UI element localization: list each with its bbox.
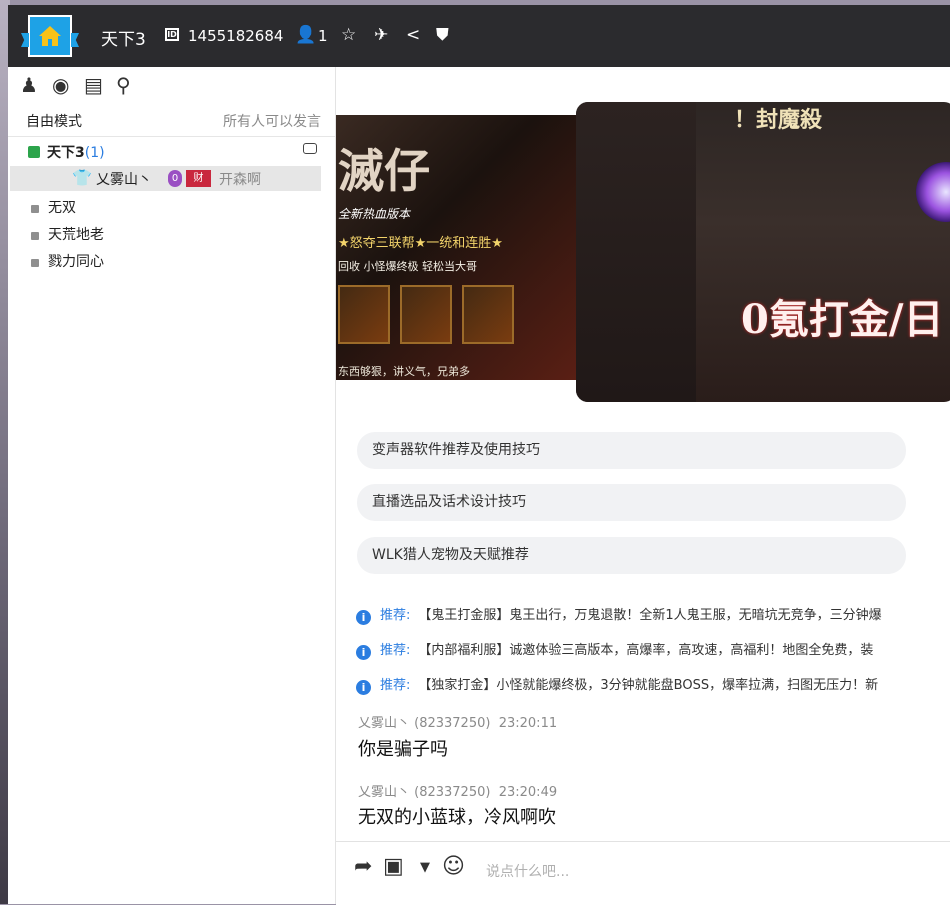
channel-name: 戮力同心 bbox=[48, 254, 104, 270]
weapon-image bbox=[462, 285, 514, 344]
suggestion-item[interactable]: 变声器软件推荐及使用技巧 bbox=[357, 432, 906, 469]
banner-slogan: ★怒夺三联帮★一统和连胜★ bbox=[338, 236, 503, 251]
channel-item-wushuang[interactable]: 无双 bbox=[28, 197, 76, 217]
suggestion-item[interactable]: WLK猎人宠物及天赋推荐 bbox=[357, 537, 906, 574]
emoji-icon[interactable]: ☺ bbox=[442, 854, 465, 879]
recommendation-label: 推荐: bbox=[380, 678, 411, 693]
message-time: 23:20:49 bbox=[498, 785, 558, 800]
info-icon: i bbox=[356, 610, 371, 625]
recommendation-line[interactable]: i 推荐: 【独家打金】小怪就能爆终极，3分钟就能盘BOSS，爆率拉满，扫图无压力！… bbox=[356, 674, 950, 695]
message-time: 23:20:11 bbox=[498, 716, 558, 731]
recommendation-label: 推荐: bbox=[380, 608, 411, 623]
home-icon bbox=[39, 26, 61, 46]
user-icon[interactable]: 👤 bbox=[295, 25, 316, 45]
weapon-image bbox=[338, 285, 390, 344]
lock-icon bbox=[31, 232, 39, 240]
recommendation-line[interactable]: i 推荐: 【内部福利服】诚邀体验三高版本，高爆率，高攻速，高福利！地图全免费，装 bbox=[356, 639, 950, 660]
main-chat-area: 滅仔 全新热血版本 ★怒夺三联帮★一统和连胜★ 回收 小怪爆终极 轻松当大哥 东… bbox=[336, 67, 950, 905]
member-status: 开森啊 bbox=[219, 172, 261, 188]
member-name: 乂雾山丶 bbox=[96, 172, 152, 188]
message-input[interactable]: 说点什么吧... bbox=[486, 861, 569, 881]
ad-banner-left[interactable]: 滅仔 全新热血版本 ★怒夺三联帮★一统和连胜★ 回收 小怪爆终极 轻松当大哥 东… bbox=[336, 115, 576, 380]
ad-banner-right[interactable]: ！封魔殺 0氪打金/日 bbox=[576, 102, 950, 402]
channel-item-tianxia3[interactable]: 天下3(1) bbox=[28, 142, 105, 162]
lock-icon bbox=[31, 259, 39, 267]
channel-title: 天下3 bbox=[101, 30, 146, 50]
message-author[interactable]: 乂雾山丶 (82337250) bbox=[358, 716, 490, 731]
input-bar: ➦ ▣ ▼ ☺ 说点什么吧... bbox=[336, 841, 950, 905]
recommendation-text: 【鬼王打金服】鬼王出行，万鬼退散！全新1人鬼王服，无暗坑无竞争，三分钟爆 bbox=[418, 608, 882, 623]
banner-subtitle: 全新热血版本 bbox=[338, 207, 411, 221]
member-row[interactable]: 👕 乂雾山丶 0 财 开森啊 bbox=[10, 166, 321, 191]
recommendation-line[interactable]: i 推荐: 【鬼王打金服】鬼王出行，万鬼退散！全新1人鬼王服，无暗坑无竞争，三分钟爆 bbox=[356, 604, 950, 625]
sidebar: ♟ ◉ ▤ ⚲ 自由模式 所有人可以发言 天下3(1) 👕 乂雾山丶 0 财 开… bbox=[8, 67, 336, 904]
user-outline-icon[interactable]: ♟ bbox=[20, 73, 38, 97]
message-author[interactable]: 乂雾山丶 (82337250) bbox=[358, 785, 490, 800]
banner-footer: 东西够狠，讲义气，兄弟多 bbox=[338, 365, 470, 378]
location-icon[interactable]: ◉ bbox=[52, 73, 69, 97]
suggestion-item[interactable]: 直播选品及话术设计技巧 bbox=[357, 484, 906, 521]
id-icon: ID bbox=[165, 28, 179, 41]
channel-item-tianhuangdilao[interactable]: 天荒地老 bbox=[28, 224, 104, 244]
message-meta: 乂雾山丶 (82337250) 23:20:11 bbox=[358, 712, 557, 731]
member-count: 1 bbox=[318, 27, 328, 45]
robot-icon[interactable] bbox=[303, 143, 317, 154]
star-icon[interactable]: ☆ bbox=[341, 25, 356, 45]
top-bar: 天下3 ID 1455182684 👤 1 ☆ ✈ < ⛊ bbox=[8, 5, 950, 67]
recommendation-text: 【独家打金】小怪就能爆终极，3分钟就能盘BOSS，爆率拉满，扫图无压力！新 bbox=[418, 678, 879, 693]
channel-home-icon bbox=[28, 146, 40, 158]
recommendation-label: 推荐: bbox=[380, 643, 411, 658]
channel-id: 1455182684 bbox=[188, 27, 284, 45]
level-badge: 0 bbox=[168, 170, 182, 187]
message-text: 你是骗子吗 bbox=[358, 739, 448, 760]
channel-name: 天下3 bbox=[47, 145, 85, 161]
banner-edge bbox=[576, 102, 696, 402]
divider bbox=[8, 136, 335, 137]
channel-count: (1) bbox=[84, 145, 105, 161]
notice-board-icon[interactable]: ▤ bbox=[84, 73, 103, 97]
banner-small-text: 回收 小怪爆终极 轻松当大哥 bbox=[338, 260, 477, 273]
banner2-headline: 0氪打金/日 bbox=[741, 296, 944, 343]
plane-icon[interactable]: ✈ bbox=[374, 25, 388, 45]
channel-name: 天荒地老 bbox=[48, 227, 104, 243]
channel-item-luelitongxin[interactable]: 戮力同心 bbox=[28, 251, 104, 271]
lock-icon bbox=[31, 205, 39, 213]
search-icon[interactable]: ⚲ bbox=[116, 73, 131, 97]
home-button[interactable] bbox=[28, 15, 72, 57]
mode-label[interactable]: 自由模式 bbox=[26, 111, 82, 131]
shield-icon[interactable]: ⛊ bbox=[436, 25, 449, 45]
chevron-down-icon[interactable]: ▼ bbox=[420, 860, 430, 875]
gamepad-icon[interactable]: ▣ bbox=[383, 854, 404, 879]
recommendation-text: 【内部福利服】诚邀体验三高版本，高爆率，高攻速，高福利！地图全免费，装 bbox=[418, 643, 874, 658]
banner-title: 滅仔 bbox=[338, 144, 430, 198]
banner2-title: ！封魔殺 bbox=[734, 107, 823, 133]
message-text: 无双的小蓝球，冷风啊吹 bbox=[358, 807, 556, 828]
weapon-image bbox=[400, 285, 452, 344]
mode-description: 所有人可以发言 bbox=[223, 114, 321, 130]
info-icon: i bbox=[356, 680, 371, 695]
share-icon[interactable]: < bbox=[406, 25, 420, 45]
message-meta: 乂雾山丶 (82337250) 23:20:49 bbox=[358, 781, 557, 800]
wealth-badge: 财 bbox=[186, 170, 211, 187]
shirt-icon: 👕 bbox=[72, 168, 92, 187]
channel-name: 无双 bbox=[48, 200, 76, 216]
magic-orb-image bbox=[916, 162, 950, 222]
share-screen-icon[interactable]: ➦ bbox=[354, 854, 372, 879]
info-icon: i bbox=[356, 645, 371, 660]
